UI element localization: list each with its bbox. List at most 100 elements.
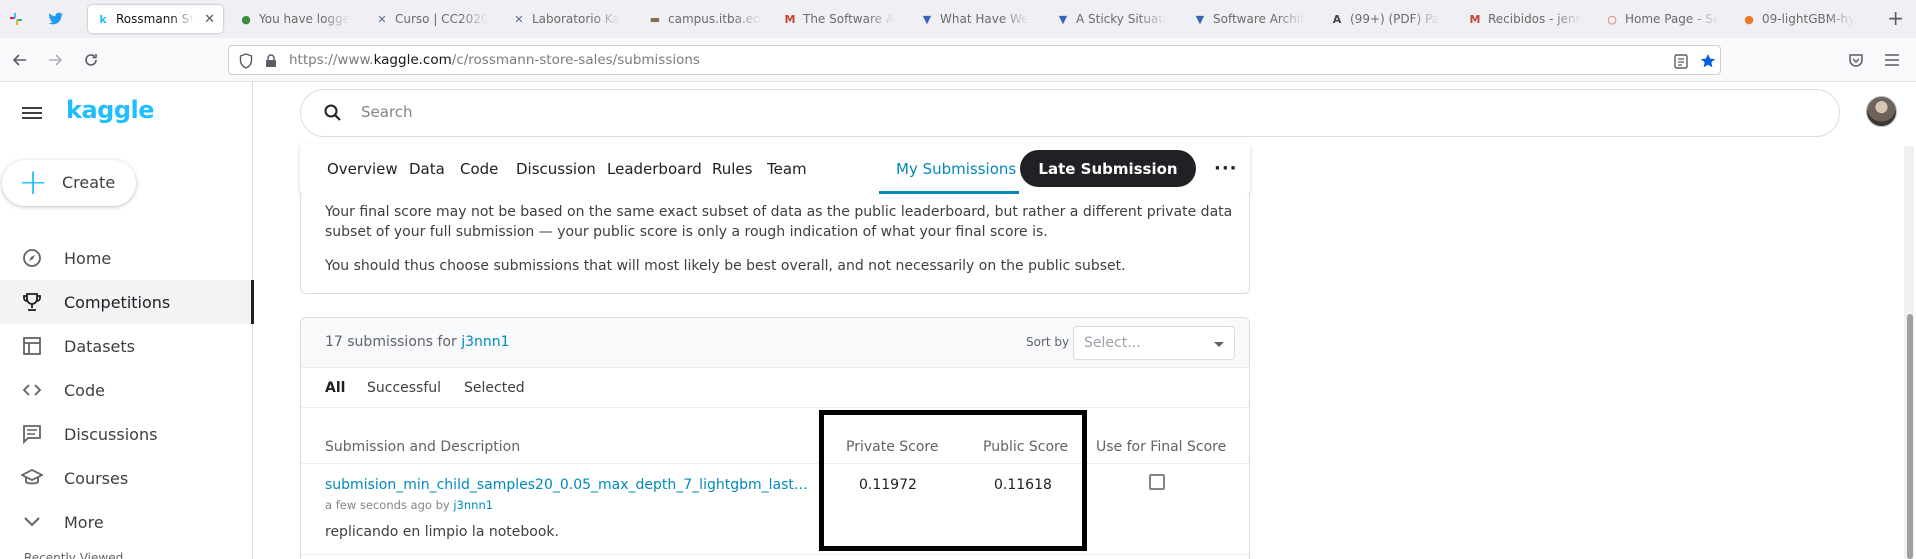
search-bar[interactable] bbox=[300, 89, 1840, 137]
tab-label: Software Archit bbox=[1213, 12, 1305, 26]
sort-by-label: Sort by bbox=[1026, 335, 1070, 349]
tab-favicon-icon: ● bbox=[1744, 12, 1754, 26]
submission-file-link[interactable]: submision_min_child_samples20_0.05_max_d… bbox=[325, 477, 813, 493]
public-score-value: 0.11618 bbox=[994, 477, 1052, 493]
bookmark-star-icon[interactable] bbox=[1699, 52, 1717, 70]
compass-icon bbox=[20, 246, 44, 270]
browser-tab[interactable]: ● You have logge bbox=[231, 5, 361, 33]
header-divider bbox=[301, 463, 1249, 464]
filter-successful[interactable]: Successful bbox=[367, 380, 441, 396]
browser-nav-bar: https://www.kaggle.com/c/rossmann-store-… bbox=[0, 38, 1916, 82]
column-header-description: Submission and Description bbox=[325, 439, 521, 455]
tab-label: Recibidos - jenn bbox=[1488, 12, 1582, 26]
tab-my-submissions[interactable]: My Submissions bbox=[896, 160, 1016, 178]
sidebar-item-competitions[interactable]: Competitions bbox=[0, 280, 254, 324]
tab-leaderboard[interactable]: Leaderboard bbox=[607, 160, 702, 178]
search-input[interactable] bbox=[361, 103, 961, 121]
tab-team[interactable]: Team bbox=[767, 160, 807, 178]
twitter-pinned-tab-icon[interactable] bbox=[46, 9, 66, 29]
tab-label: 09-lightGBM-hy bbox=[1762, 12, 1856, 26]
create-button[interactable]: + Create bbox=[2, 160, 136, 206]
column-header-public-score: Public Score bbox=[983, 439, 1069, 455]
sidebar-item-discussions[interactable]: Discussions bbox=[0, 412, 253, 456]
new-tab-button[interactable]: + bbox=[1887, 8, 1904, 28]
submission-count: 17 submissions for j3nnn1 bbox=[325, 334, 510, 350]
kaggle-logo[interactable]: kaggle bbox=[66, 96, 155, 124]
tab-data[interactable]: Data bbox=[409, 160, 445, 178]
info-paragraph-2: You should thus choose submissions that … bbox=[325, 258, 1126, 274]
tab-favicon-icon: ▼ bbox=[1058, 12, 1068, 26]
late-submission-button[interactable]: Late Submission bbox=[1020, 150, 1196, 187]
tab-label: You have logge bbox=[259, 12, 351, 26]
browser-tab[interactable]: ✕ Laboratorio Ka bbox=[504, 5, 634, 33]
submissions-card: 17 submissions for j3nnn1 Sort by Select… bbox=[300, 317, 1250, 559]
tab-close-icon[interactable]: ✕ bbox=[204, 12, 215, 27]
tab-favicon-icon: ● bbox=[241, 12, 251, 26]
browser-tab[interactable]: M The Software A bbox=[775, 5, 905, 33]
tab-label: A Sticky Situati bbox=[1076, 12, 1167, 26]
tab-label: The Software A bbox=[803, 12, 895, 26]
tab-favicon-icon: M bbox=[1469, 12, 1481, 26]
column-header-private-score: Private Score bbox=[846, 439, 939, 455]
tab-rules[interactable]: Rules bbox=[712, 160, 752, 178]
filter-all[interactable]: All bbox=[325, 380, 345, 396]
submissions-header: 17 submissions for j3nnn1 Sort by Select… bbox=[301, 318, 1249, 368]
tab-discussion[interactable]: Discussion bbox=[516, 160, 596, 178]
forward-arrow-icon[interactable] bbox=[43, 48, 67, 72]
table-icon bbox=[20, 334, 44, 358]
browser-tab[interactable]: ○ Home Page - Se bbox=[1597, 5, 1727, 33]
competition-tabs: Overview Data Code Discussion Leaderboar… bbox=[300, 144, 1250, 194]
sidebar-item-more[interactable]: More bbox=[0, 500, 253, 544]
browser-tab[interactable]: A (99+) (PDF) Pa bbox=[1322, 5, 1452, 33]
comment-icon bbox=[20, 422, 44, 446]
tab-favicon-icon: A bbox=[1332, 12, 1342, 26]
browser-tab-bar: k Rossmann St ✕ ● You have logge ✕ Curso | CC2… bbox=[0, 0, 1916, 38]
url-text[interactable]: https://www.kaggle.com/c/rossmann-store-… bbox=[289, 52, 700, 68]
browser-tab[interactable]: ▼ Software Archit bbox=[1185, 5, 1315, 33]
page-scrollbar-thumb[interactable] bbox=[1907, 314, 1913, 559]
filter-selected[interactable]: Selected bbox=[464, 380, 525, 396]
tab-favicon-icon: M bbox=[784, 12, 796, 26]
submission-meta: a few seconds ago by j3nnn1 bbox=[325, 498, 494, 512]
final-score-info-card: Your final score may not be based on the… bbox=[300, 194, 1250, 294]
back-arrow-icon[interactable] bbox=[8, 48, 32, 72]
sort-select[interactable]: Select... bbox=[1073, 326, 1235, 360]
user-link[interactable]: j3nnn1 bbox=[461, 334, 509, 350]
tab-code[interactable]: Code bbox=[460, 160, 498, 178]
pocket-icon[interactable] bbox=[1844, 48, 1868, 72]
sidebar-item-datasets[interactable]: Datasets bbox=[0, 324, 253, 368]
trophy-icon bbox=[20, 290, 44, 314]
tab-overview[interactable]: Overview bbox=[327, 160, 398, 178]
browser-tab[interactable]: M Recibidos - jenn bbox=[1460, 5, 1590, 33]
sidebar-item-courses[interactable]: Courses bbox=[0, 456, 253, 500]
search-icon bbox=[323, 103, 343, 123]
sidebar-menu-icon[interactable] bbox=[22, 104, 42, 122]
tab-favicon-icon: ▼ bbox=[1195, 12, 1205, 26]
browser-tab[interactable]: k Rossmann St ✕ bbox=[88, 5, 223, 33]
address-bar[interactable]: https://www.kaggle.com/c/rossmann-store-… bbox=[228, 45, 1721, 75]
tab-label: Home Page - Se bbox=[1625, 12, 1719, 26]
tab-favicon-icon: ▬ bbox=[649, 12, 661, 26]
use-for-final-checkbox[interactable] bbox=[1149, 474, 1165, 490]
browser-tab[interactable]: ▬ campus.itba.ed bbox=[640, 5, 770, 33]
more-options-icon[interactable]: ··· bbox=[1214, 158, 1238, 179]
browser-tab[interactable]: ▼ What Have We bbox=[912, 5, 1042, 33]
browser-tab[interactable]: ✕ Curso | CC2020 bbox=[367, 5, 497, 33]
tab-label: What Have We bbox=[940, 12, 1029, 26]
code-icon bbox=[20, 378, 44, 402]
recently-viewed-label: Recently Viewed bbox=[24, 551, 124, 559]
reload-icon[interactable] bbox=[79, 48, 103, 72]
sidebar-item-home[interactable]: Home bbox=[0, 236, 253, 280]
reader-view-icon[interactable] bbox=[1672, 52, 1690, 70]
browser-tab[interactable]: ▼ A Sticky Situati bbox=[1048, 5, 1178, 33]
sidebar-item-code[interactable]: Code bbox=[0, 368, 253, 412]
slack-pinned-tab-icon[interactable] bbox=[6, 9, 26, 29]
browser-tab[interactable]: ● 09-lightGBM-hy bbox=[1734, 5, 1864, 33]
user-avatar[interactable] bbox=[1866, 96, 1897, 127]
lock-icon[interactable] bbox=[262, 52, 280, 70]
shield-icon[interactable] bbox=[237, 52, 255, 70]
tab-label: Rossmann St bbox=[116, 12, 195, 26]
menu-hamburger-icon[interactable] bbox=[1880, 48, 1904, 72]
tab-favicon-icon: ✕ bbox=[377, 12, 387, 26]
submitter-link[interactable]: j3nnn1 bbox=[453, 498, 493, 512]
